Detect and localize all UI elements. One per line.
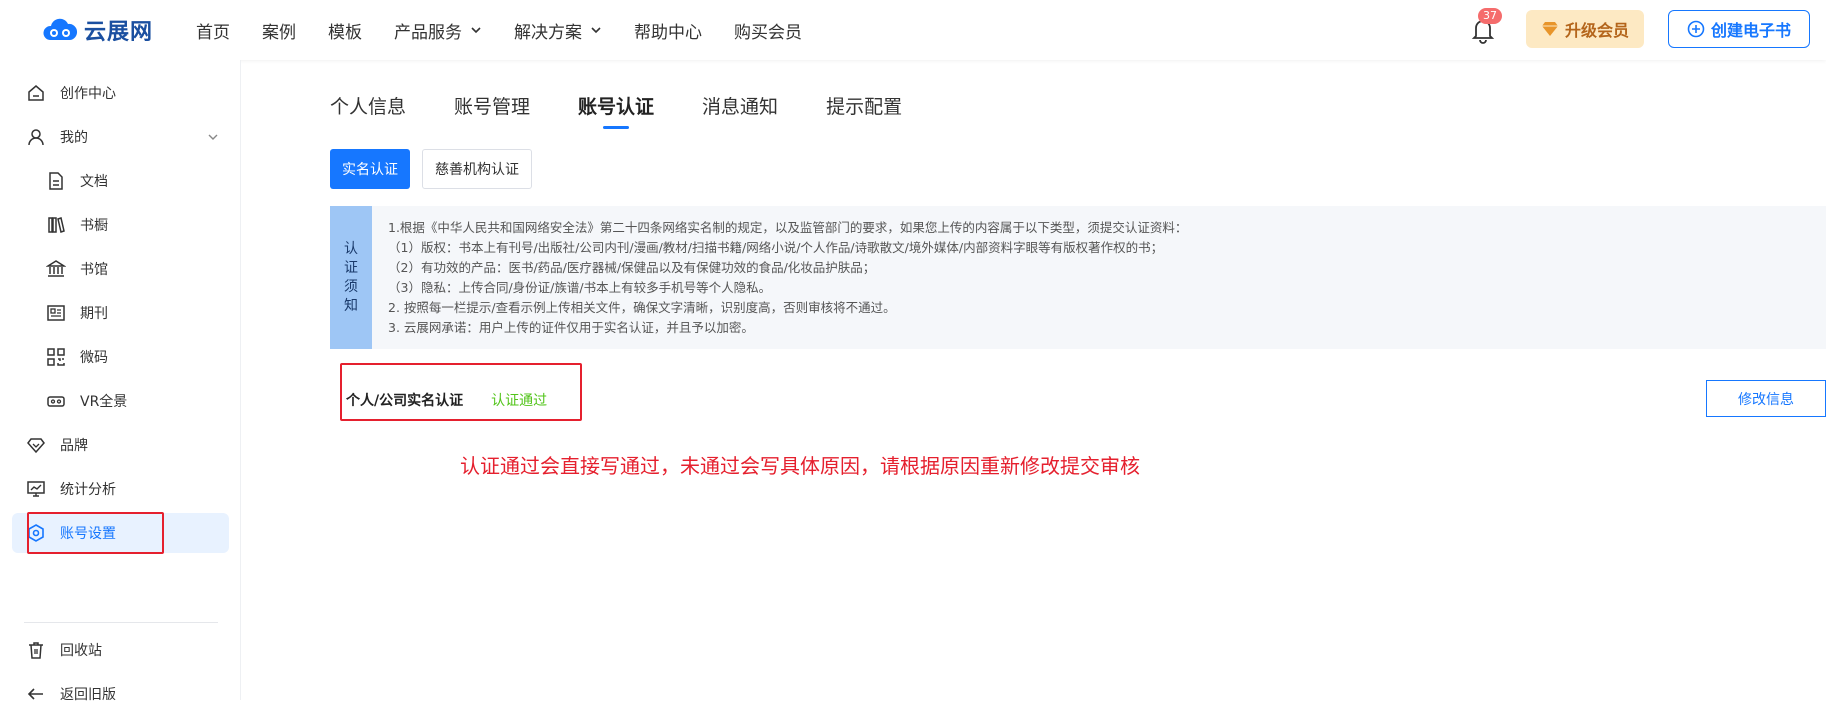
sidebar-item-label: 统计分析 bbox=[60, 482, 116, 498]
nav-solutions[interactable]: 解决方案 bbox=[514, 18, 602, 43]
sidebar-item-label: VR全景 bbox=[80, 394, 128, 410]
sidebar-item-label: 创作中心 bbox=[60, 86, 116, 102]
nav-membership[interactable]: 购买会员 bbox=[734, 18, 802, 43]
cloud-logo-icon bbox=[43, 18, 78, 40]
nav-templates[interactable]: 模板 bbox=[328, 18, 362, 43]
sidebar-divider bbox=[24, 622, 218, 623]
sidebar-item-label: 微码 bbox=[80, 350, 108, 366]
notice-label: 认证须知 bbox=[330, 206, 372, 349]
sidebar-item-statistics[interactable]: 统计分析 bbox=[12, 469, 229, 509]
chevron-down-icon bbox=[471, 27, 481, 34]
edit-info-button[interactable]: 修改信息 bbox=[1706, 380, 1826, 417]
sidebar-item-microcode[interactable]: 微码 bbox=[12, 337, 229, 377]
notice-line: （1）版权：书本上有刊号/出版社/公司内刊/漫画/教材/扫描书籍/网络小说/个人… bbox=[388, 240, 1164, 255]
notice-line: 1.根据《中华人民共和国网络安全法》第二十四条网络实名制的规定，以及监管部门的要… bbox=[388, 220, 1188, 235]
sidebar-item-label: 返回旧版 bbox=[60, 687, 116, 703]
sidebar-item-label: 我的 bbox=[60, 130, 88, 146]
sidebar-item-journal[interactable]: 期刊 bbox=[12, 293, 229, 333]
vr-icon bbox=[47, 396, 65, 407]
top-navbar: 云展网 首页 案例 模板 产品服务 解决方案 帮助中心 购买会员 37 升级会员… bbox=[0, 0, 1826, 60]
nav-cases[interactable]: 案例 bbox=[262, 18, 296, 43]
subtab-charity[interactable]: 慈善机构认证 bbox=[422, 149, 532, 189]
document-icon bbox=[49, 172, 63, 190]
sidebar-item-back-old-version[interactable]: 返回旧版 bbox=[12, 674, 229, 714]
brand-name: 云展网 bbox=[84, 20, 154, 45]
sidebar-item-brand[interactable]: 品牌 bbox=[12, 425, 229, 465]
chevron-down-icon bbox=[208, 134, 218, 140]
bookshelf-icon bbox=[48, 217, 65, 233]
nav-label: 帮助中心 bbox=[634, 22, 702, 43]
home-icon bbox=[28, 85, 44, 101]
create-ebook-button[interactable]: 创建电子书 bbox=[1668, 10, 1810, 48]
nav-label: 产品服务 bbox=[394, 22, 462, 43]
sidebar-item-mine[interactable]: 我的 bbox=[12, 117, 229, 157]
sidebar-item-label: 书馆 bbox=[80, 262, 108, 278]
nav-label: 案例 bbox=[262, 22, 296, 43]
nav-home[interactable]: 首页 bbox=[196, 18, 230, 43]
notification-badge: 37 bbox=[1478, 8, 1502, 24]
arrow-left-icon bbox=[27, 688, 43, 700]
certification-row: 个人/公司实名认证 认证通过 bbox=[346, 390, 547, 410]
sidebar-item-recycle-bin[interactable]: 回收站 bbox=[12, 630, 229, 670]
plus-circle-icon bbox=[1687, 20, 1705, 38]
sidebar-item-library[interactable]: 书馆 bbox=[12, 249, 229, 289]
tab-personal-info[interactable]: 个人信息 bbox=[330, 92, 406, 119]
settings-tabs: 个人信息 账号管理 账号认证 消息通知 提示配置 bbox=[330, 92, 950, 129]
nav-label: 模板 bbox=[328, 22, 362, 43]
certification-label: 个人/公司实名认证 bbox=[346, 393, 464, 409]
notice-lines: 1.根据《中华人民共和国网络安全法》第二十四条网络实名制的规定，以及监管部门的要… bbox=[388, 218, 1187, 338]
diamond-icon bbox=[27, 438, 45, 454]
journal-icon bbox=[47, 305, 65, 321]
sidebar-item-documents[interactable]: 文档 bbox=[12, 161, 229, 201]
sidebar-item-creation-center[interactable]: 创作中心 bbox=[12, 73, 229, 113]
sidebar-item-label: 回收站 bbox=[60, 643, 102, 659]
sidebar: 创作中心 我的 文档 书橱 书馆 期刊 微码 VR全景 品牌 统计分析 账号设置 bbox=[0, 60, 241, 703]
diamond-icon bbox=[1541, 22, 1558, 36]
main-nav: 首页 案例 模板 产品服务 解决方案 帮助中心 购买会员 bbox=[196, 0, 834, 60]
nav-products[interactable]: 产品服务 bbox=[394, 18, 482, 43]
create-label: 创建电子书 bbox=[1710, 21, 1791, 40]
sidebar-item-bookshelf[interactable]: 书橱 bbox=[12, 205, 229, 245]
nav-label: 解决方案 bbox=[514, 22, 582, 43]
qrcode-icon bbox=[47, 348, 65, 366]
tab-account-verification[interactable]: 账号认证 bbox=[578, 92, 654, 129]
notice-line: 2. 按照每一栏提示/查看示例上传相关文件，确保文字清晰，识别度高，否则审核将不… bbox=[388, 300, 896, 315]
annotation-note: 认证通过会直接写通过，未通过会写具体原因，请根据原因重新修改提交审核 bbox=[460, 454, 1140, 478]
tab-account-management[interactable]: 账号管理 bbox=[454, 92, 530, 119]
sidebar-item-label: 品牌 bbox=[60, 438, 88, 454]
tab-prompt-config[interactable]: 提示配置 bbox=[826, 92, 902, 119]
certification-status: 认证通过 bbox=[491, 393, 548, 409]
upgrade-label: 升级会员 bbox=[1564, 21, 1629, 40]
verification-notice: 认证须知 1.根据《中华人民共和国网络安全法》第二十四条网络实名制的规定，以及监… bbox=[330, 206, 1826, 349]
brand-logo[interactable]: 云展网 bbox=[40, 14, 153, 46]
verification-subtabs: 实名认证 慈善机构认证 bbox=[330, 149, 544, 189]
notice-label-text: 认证须知 bbox=[344, 240, 358, 314]
nav-label: 首页 bbox=[196, 22, 230, 43]
trash-icon bbox=[29, 642, 43, 659]
upgrade-membership-button[interactable]: 升级会员 bbox=[1526, 10, 1644, 48]
nav-help[interactable]: 帮助中心 bbox=[634, 18, 702, 43]
chart-icon bbox=[27, 481, 45, 497]
notice-line: （2）有功效的产品：医书/药品/医疗器械/保健品以及有保健功效的食品/化妆品护肤… bbox=[388, 260, 876, 275]
sidebar-item-label: 文档 bbox=[80, 174, 108, 190]
tab-notifications[interactable]: 消息通知 bbox=[702, 92, 778, 119]
library-icon bbox=[46, 260, 66, 277]
sidebar-item-label: 期刊 bbox=[80, 306, 108, 322]
nav-label: 购买会员 bbox=[734, 22, 802, 43]
notice-line: （3）隐私：上传合同/身份证/族谱/书本上有较多手机号等个人隐私。 bbox=[388, 280, 772, 295]
highlight-box-sidebar bbox=[27, 512, 164, 554]
subtab-real-name[interactable]: 实名认证 bbox=[330, 149, 410, 189]
user-icon bbox=[28, 129, 44, 146]
sidebar-item-vr[interactable]: VR全景 bbox=[12, 381, 229, 421]
sidebar-item-label: 书橱 bbox=[80, 218, 108, 234]
notice-line: 3. 云展网承诺：用户上传的证件仅用于实名认证，并且予以加密。 bbox=[388, 320, 754, 335]
chevron-down-icon bbox=[591, 27, 601, 34]
